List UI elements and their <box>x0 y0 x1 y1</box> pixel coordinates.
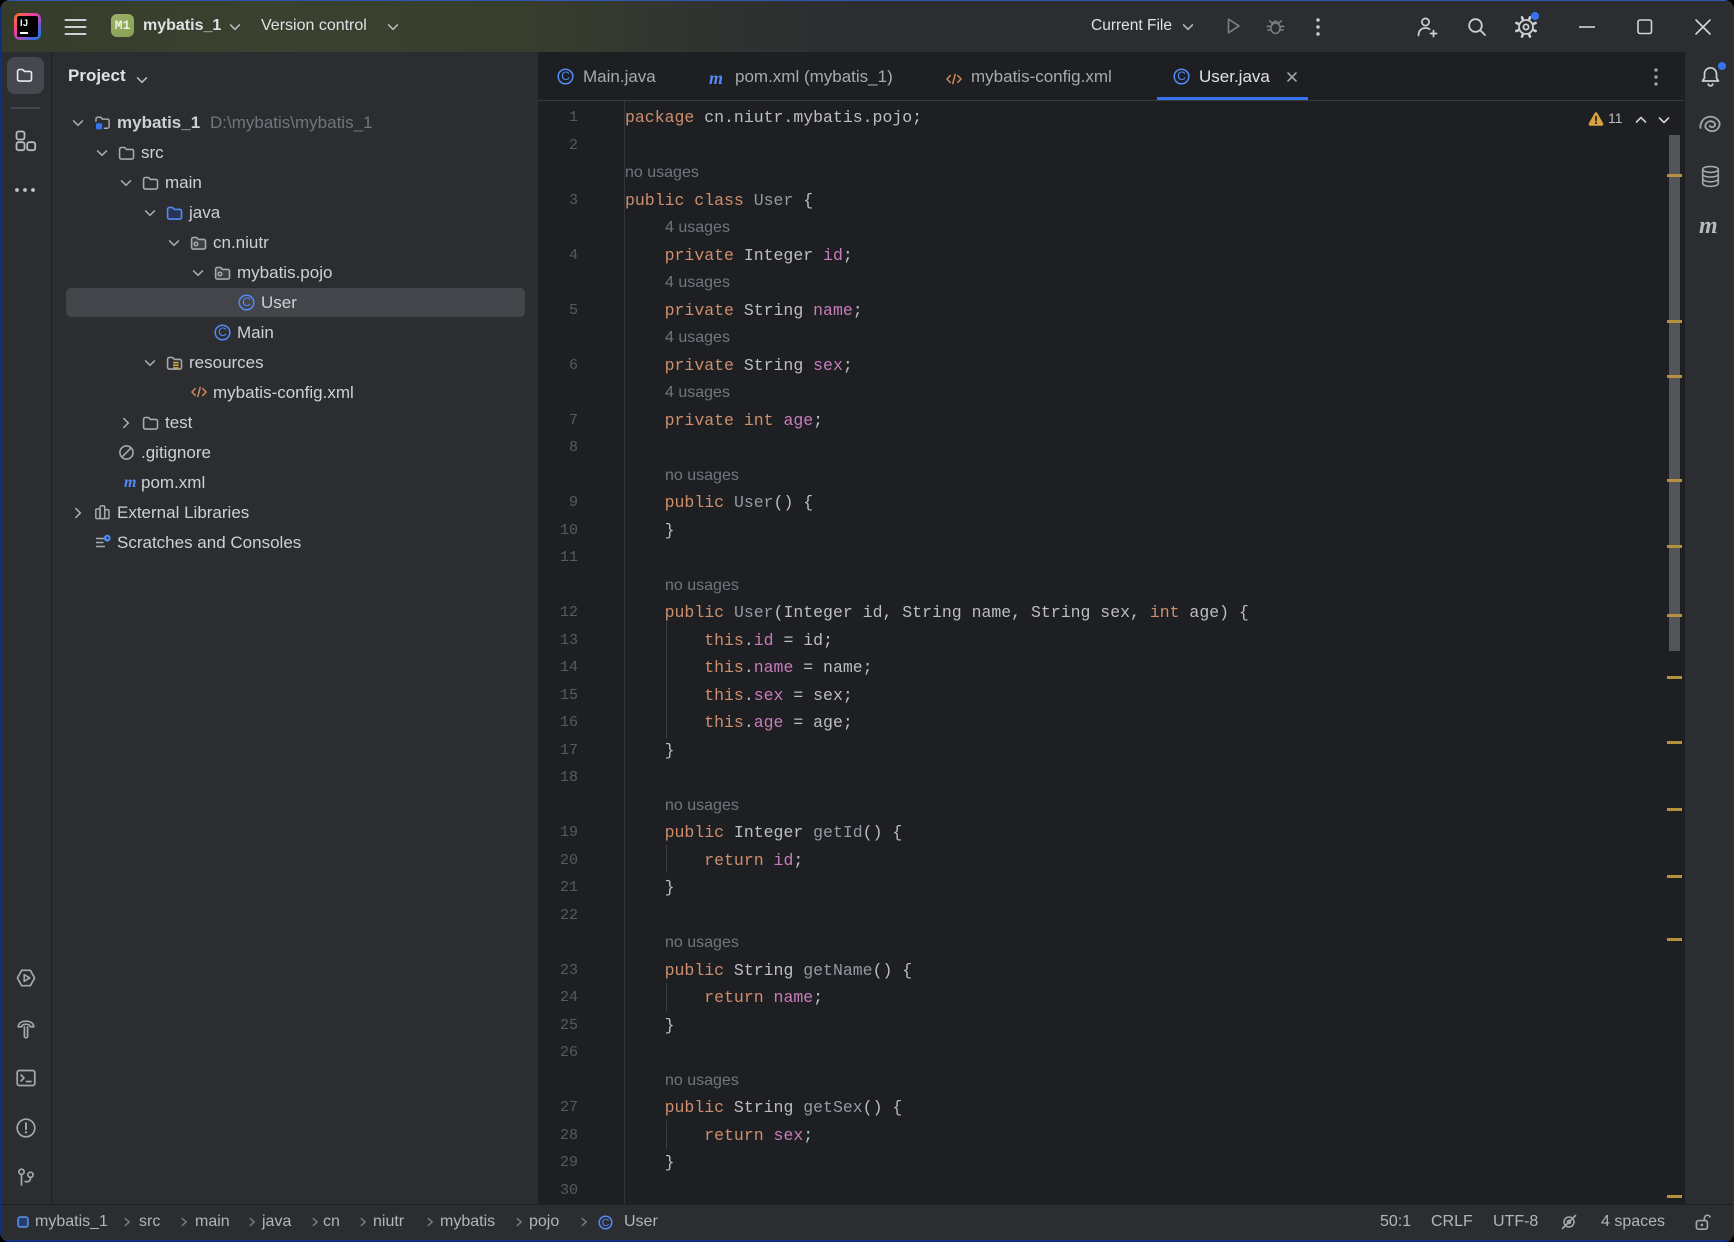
svg-text:C: C <box>242 295 251 309</box>
svg-text:C: C <box>218 325 227 339</box>
svg-text:C: C <box>1177 69 1186 83</box>
svg-text:C: C <box>602 1217 610 1229</box>
svg-text:C: C <box>561 69 570 83</box>
